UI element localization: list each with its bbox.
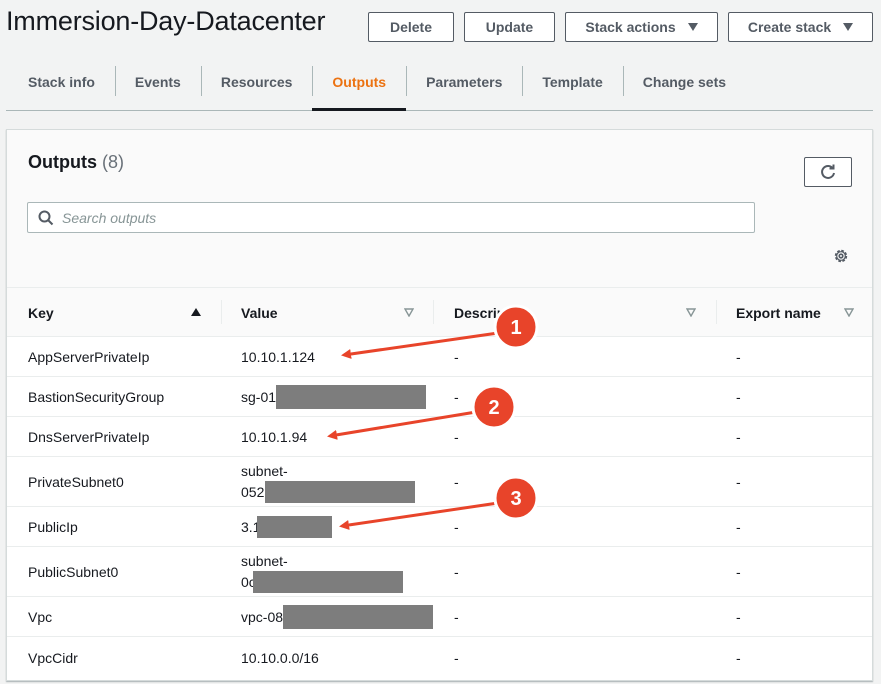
tab-outputs[interactable]: Outputs: [312, 64, 406, 111]
panel-header: Outputs (8): [7, 130, 872, 288]
output-description: -: [454, 473, 459, 490]
output-description: -: [454, 518, 459, 535]
column-header-value[interactable]: Value: [241, 288, 278, 337]
value-text: subnet-: [241, 462, 288, 479]
sort-icon[interactable]: [686, 308, 696, 317]
output-export-name: -: [736, 473, 741, 490]
output-key: Vpc: [28, 608, 53, 625]
output-value: 10.10.1.124: [241, 337, 315, 376]
output-description: -: [454, 348, 459, 365]
update-button-label: Update: [485, 19, 534, 35]
refresh-button[interactable]: [804, 157, 852, 187]
output-value: vpc-08: [241, 597, 434, 636]
column-header-description[interactable]: Description: [454, 288, 531, 337]
column-header-key[interactable]: Key: [28, 288, 54, 337]
stack-actions-button[interactable]: Stack actions: [565, 12, 718, 42]
outputs-panel: Outputs (8) Key Value Des: [6, 129, 873, 681]
sort-icon[interactable]: [844, 308, 854, 317]
output-key: VpcCidr: [28, 650, 78, 666]
output-value: sg-01: [241, 377, 427, 416]
value-text: sg-01: [241, 388, 277, 405]
redaction-block: [276, 384, 427, 409]
output-key: BastionSecurityGroup: [28, 388, 165, 405]
sort-icon[interactable]: [404, 308, 414, 317]
output-key: AppServerPrivateIp: [28, 348, 150, 365]
gear-icon[interactable]: [833, 248, 849, 264]
redaction-block: [265, 480, 416, 503]
output-export-name: -: [736, 348, 741, 365]
caret-down-icon: [843, 23, 854, 31]
output-value: 10.10.1.94: [241, 417, 307, 456]
output-key: DnsServerPrivateIp: [28, 428, 150, 445]
output-export-name: -: [736, 518, 741, 535]
update-button[interactable]: Update: [464, 12, 555, 42]
output-count: (8): [102, 152, 125, 172]
search-input[interactable]: [62, 203, 742, 232]
value-text: subnet-: [241, 552, 288, 569]
value-text: 10.10.1.94: [241, 428, 308, 445]
output-description: -: [454, 650, 459, 666]
table-row: VpcCidr 10.10.0.0/16 - -: [7, 637, 872, 679]
redaction-block: [283, 604, 434, 629]
output-description: -: [454, 428, 459, 445]
value-text: 10.10.1.124: [241, 348, 315, 365]
output-description: -: [454, 388, 459, 405]
table-row: BastionSecurityGroup sg-01 - -: [7, 377, 872, 417]
table-row: DnsServerPrivateIp 10.10.1.94 - -: [7, 417, 872, 457]
output-key: PublicIp: [28, 518, 78, 535]
output-value: subnet- 052c: [241, 457, 416, 506]
create-stack-button[interactable]: Create stack: [728, 12, 873, 42]
search-icon: [38, 210, 54, 226]
output-value: 10.10.0.0/16: [241, 637, 319, 679]
output-key: PrivateSubnet0: [28, 473, 124, 490]
tab-change-sets[interactable]: Change sets: [622, 64, 746, 100]
tab-stack-info[interactable]: Stack info: [6, 64, 115, 100]
column-header-export-name[interactable]: Export name: [736, 288, 821, 337]
tab-parameters[interactable]: Parameters: [406, 64, 522, 100]
delete-button-label: Delete: [389, 19, 433, 35]
redaction-block: [252, 570, 403, 593]
tab-resources[interactable]: Resources: [200, 64, 313, 100]
table-header: Key Value Description Export name: [7, 288, 872, 337]
panel-title-text: Outputs: [28, 152, 97, 172]
column-divider: [716, 300, 717, 324]
table-row: PublicIp 3.1 - -: [7, 507, 872, 547]
tab-template[interactable]: Template: [522, 64, 622, 100]
stack-actions-label: Stack actions: [585, 19, 676, 35]
create-stack-label: Create stack: [747, 19, 832, 35]
output-export-name: -: [736, 563, 741, 580]
table-row: Vpc vpc-08 - -: [7, 597, 872, 637]
sort-ascending-icon[interactable]: [191, 308, 201, 316]
redaction-block: [257, 515, 333, 538]
column-divider: [433, 300, 434, 324]
page-title: Immersion-Day-Datacenter: [6, 6, 326, 36]
table-row: PrivateSubnet0 subnet- 052c - -: [7, 457, 872, 507]
table-row: AppServerPrivateIp 10.10.1.124 - -: [7, 337, 872, 377]
output-value: subnet- 0c: [241, 547, 403, 596]
panel-title: Outputs (8): [28, 152, 124, 173]
output-export-name: -: [736, 650, 741, 666]
output-export-name: -: [736, 428, 741, 445]
tab-events[interactable]: Events: [114, 64, 201, 100]
column-divider: [221, 300, 222, 324]
refresh-icon: [821, 164, 835, 179]
value-text: vpc-08: [241, 608, 284, 625]
table-row: PublicSubnet0 subnet- 0c - -: [7, 547, 872, 597]
delete-button[interactable]: Delete: [368, 12, 454, 42]
stack-tabs: Stack info Events Resources Outputs Para…: [6, 64, 873, 111]
output-description: -: [454, 563, 459, 580]
value-text: 10.10.0.0/16: [241, 650, 319, 666]
caret-down-icon: [687, 23, 698, 31]
output-export-name: -: [736, 608, 741, 625]
output-value: 3.1: [241, 507, 333, 546]
output-key: PublicSubnet0: [28, 563, 119, 580]
search-box: [27, 202, 755, 233]
output-description: -: [454, 608, 459, 625]
output-export-name: -: [736, 388, 741, 405]
